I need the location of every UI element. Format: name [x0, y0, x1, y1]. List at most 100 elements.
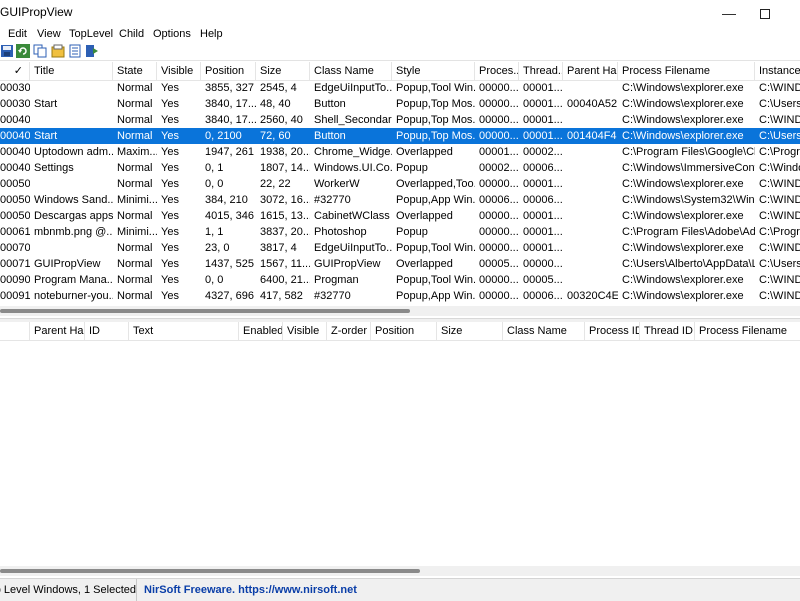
cell-class-name: Photoshop — [314, 226, 367, 238]
menu-edit[interactable]: Edit — [8, 26, 27, 42]
column-header-thread-id[interactable]: Thread ID — [640, 322, 695, 340]
table-row[interactable]: 00040... Normal Yes 3840, 17... 2560, 40 Shel… — [0, 112, 800, 128]
cell-class-name: GUIPropView — [314, 258, 381, 270]
column-header-process-filename[interactable]: Process Filename — [618, 62, 755, 80]
cell-size: 3072, 16... — [260, 194, 310, 206]
cell-size: 1807, 14... — [260, 162, 310, 174]
table-row[interactable]: 00071... GUIPropView Normal Yes 1437, 525 156… — [0, 256, 800, 272]
column-header-handle[interactable] — [0, 322, 30, 340]
column-header-visible[interactable]: Visible — [157, 62, 201, 80]
column-header-parent-handle[interactable]: Parent Ha... — [30, 322, 85, 340]
cell-size: 22, 22 — [260, 178, 291, 190]
top-list-scroll-thumb[interactable] — [0, 309, 410, 313]
column-header-thread-id[interactable]: Thread... — [519, 62, 563, 80]
cell-title: Windows Sand... — [34, 194, 113, 206]
cell-visible: Yes — [161, 82, 179, 94]
nirsoft-link[interactable]: NirSoft Freeware. https://www.nirsoft.ne… — [144, 579, 357, 601]
cell-title: Settings — [34, 162, 74, 174]
cell-state: Normal — [117, 98, 153, 110]
table-row[interactable]: 00030... Start Normal Yes 3840, 17... 48, 40 B… — [0, 96, 800, 112]
cell-process-filename: C:\Windows\explorer.exe — [622, 242, 744, 254]
table-row[interactable]: 00050... Windows Sand... Minimi... Yes 384, … — [0, 192, 800, 208]
column-header-title[interactable]: Title — [30, 62, 113, 80]
cell-handle: 00070... — [0, 242, 30, 254]
column-header-position[interactable]: Position — [201, 62, 256, 80]
cell-class-name: Chrome_Widge... — [314, 146, 392, 158]
column-header-style[interactable]: Style — [392, 62, 475, 80]
save-button[interactable] — [0, 44, 14, 58]
column-header-size[interactable]: Size — [437, 322, 503, 340]
cell-visible: Yes — [161, 130, 179, 142]
cell-thread-id: 00001... — [523, 210, 563, 222]
cell-size: 3817, 4 — [260, 242, 297, 254]
column-header-state[interactable]: State — [113, 62, 157, 80]
cell-state: Normal — [117, 242, 153, 254]
column-header-enabled[interactable]: Enabled — [239, 322, 283, 340]
refresh-icon — [16, 44, 30, 58]
cell-parent-handle: 001404F4 — [567, 130, 617, 142]
column-header-visible[interactable]: Visible — [283, 322, 327, 340]
top-level-windows-list[interactable]: ✓ Title State Visible Position Size Clas… — [0, 62, 800, 306]
column-header-size[interactable]: Size — [256, 62, 310, 80]
copy-button[interactable] — [33, 44, 47, 58]
cell-visible: Yes — [161, 162, 179, 174]
cell-visible: Yes — [161, 242, 179, 254]
table-row[interactable]: 00040... Settings Normal Yes 0, 1 1807, 14...… — [0, 160, 800, 176]
column-header-parent-handle[interactable]: Parent Ha... — [563, 62, 618, 80]
exit-button[interactable] — [85, 44, 99, 58]
table-row[interactable]: 00090... Program Mana... Normal Yes 0, 0 6400… — [0, 272, 800, 288]
cell-process-id: 00000... — [479, 210, 519, 222]
child-windows-list[interactable]: Parent Ha... ID Text Enabled Visible Z-o… — [0, 322, 800, 566]
table-row[interactable]: 00040... Start Normal Yes 0, 2100 72, 60 Butto… — [0, 128, 800, 144]
column-header-position[interactable]: Position — [371, 322, 437, 340]
menu-toplevel[interactable]: TopLevel — [69, 26, 113, 42]
table-row[interactable]: 00040... Uptodown adm... Maxim... Yes 1947, … — [0, 144, 800, 160]
table-row[interactable]: 00070... Normal Yes 23, 0 3817, 4 EdgeUiInput… — [0, 240, 800, 256]
cell-process-id: 00000... — [479, 178, 519, 190]
table-row[interactable]: 00030... Normal Yes 3855, 327 2545, 4 EdgeUiI… — [0, 80, 800, 96]
cell-parent-handle — [563, 208, 618, 224]
column-header-id[interactable]: ID — [85, 322, 129, 340]
table-row[interactable]: 00061... mbnmb.png @... Minimi... Yes 1, 1 38… — [0, 224, 800, 240]
properties-button[interactable] — [51, 44, 65, 58]
cell-handle: 00040... — [0, 114, 30, 126]
cell-process-filename: C:\Windows\System32\Win... — [622, 194, 755, 206]
cell-instance-filename: C:\WINDO — [759, 274, 800, 286]
cell-instance-filename: C:\WINDO — [759, 290, 800, 302]
column-header-process-id[interactable]: Proces... — [475, 62, 519, 80]
bottom-list-horizontal-scrollbar[interactable] — [0, 566, 800, 576]
refresh-button[interactable] — [16, 44, 30, 58]
cell-process-filename: C:\Program Files\Google\Ch... — [622, 146, 755, 158]
cell-position: 4015, 346 — [205, 210, 254, 222]
column-header-process-id[interactable]: Process ID — [585, 322, 640, 340]
menu-view[interactable]: View — [37, 26, 61, 42]
table-row[interactable]: 00091... noteburner-you... Normal Yes 4327, … — [0, 288, 800, 304]
column-header-z-order[interactable]: Z-order — [327, 322, 371, 340]
cell-position: 0, 0 — [205, 178, 224, 190]
html-report-button[interactable] — [68, 44, 82, 58]
column-header-check[interactable]: ✓ — [0, 62, 30, 80]
cell-instance-filename: C:\Users\ — [759, 98, 800, 110]
column-header-process-filename[interactable]: Process Filename — [695, 322, 800, 340]
column-header-instance-filename[interactable]: Instance F — [755, 62, 800, 80]
cell-position: 1, 1 — [205, 226, 224, 238]
cell-position: 3855, 327 — [205, 82, 254, 94]
column-header-class-name[interactable]: Class Name — [310, 62, 392, 80]
cell-class-name: Progman — [314, 274, 359, 286]
cell-parent-handle — [563, 112, 618, 128]
table-row[interactable]: 00050... Descargas apps Normal Yes 4015, 346… — [0, 208, 800, 224]
cell-process-filename: C:\Program Files\Adobe\Ad... — [622, 226, 755, 238]
cell-instance-filename: C:\Progra — [759, 146, 800, 158]
menu-child[interactable]: Child — [119, 26, 144, 42]
cell-visible: Yes — [161, 98, 179, 110]
bottom-list-scroll-thumb[interactable] — [0, 569, 420, 573]
menu-help[interactable]: Help — [200, 26, 223, 42]
table-row[interactable]: 00050... Normal Yes 0, 0 22, 22 WorkerW Overla… — [0, 176, 800, 192]
cell-size: 2560, 40 — [260, 114, 303, 126]
cell-position: 4327, 696 — [205, 290, 254, 302]
menu-options[interactable]: Options — [153, 26, 191, 42]
column-header-class-name[interactable]: Class Name — [503, 322, 585, 340]
top-list-horizontal-scrollbar[interactable] — [0, 306, 800, 316]
maximize-button[interactable] — [742, 2, 788, 24]
column-header-text[interactable]: Text — [129, 322, 239, 340]
